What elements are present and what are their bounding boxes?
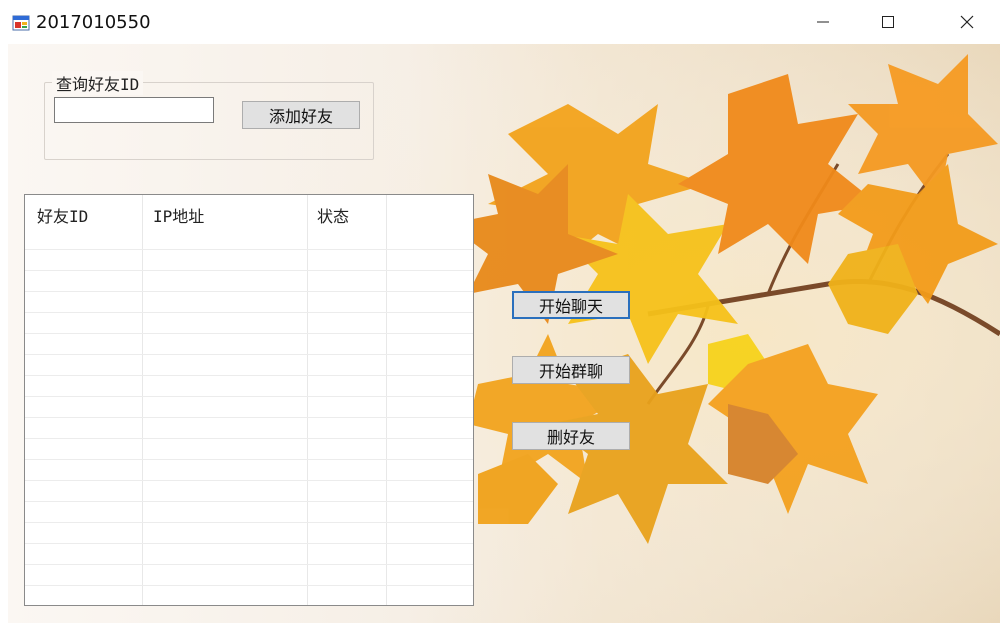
row-divider	[25, 459, 473, 460]
row-divider	[25, 417, 473, 418]
add-friend-button[interactable]: 添加好友	[242, 101, 360, 129]
friend-list-table[interactable]: 好友ID IP地址 状态	[24, 194, 474, 606]
minimize-button[interactable]	[800, 0, 846, 44]
row-divider	[25, 438, 473, 439]
row-divider	[25, 375, 473, 376]
close-button[interactable]	[944, 0, 990, 44]
row-divider	[25, 291, 473, 292]
row-divider	[25, 543, 473, 544]
minimize-icon	[817, 21, 829, 23]
row-divider	[25, 585, 473, 586]
table-header: 好友ID IP地址 状态	[25, 195, 473, 235]
client-area: 查询好友ID 添加好友 好友ID IP地址 状态 开始聊天 开始群聊 删好友	[8, 44, 1000, 623]
start-group-chat-button[interactable]: 开始群聊	[512, 356, 630, 384]
row-divider	[25, 564, 473, 565]
maximize-icon	[882, 16, 894, 28]
app-form-icon	[12, 14, 30, 32]
row-divider	[25, 333, 473, 334]
column-header-status[interactable]: 状态	[317, 203, 349, 227]
row-divider	[25, 522, 473, 523]
row-divider	[25, 480, 473, 481]
row-divider	[25, 249, 473, 250]
row-divider	[25, 354, 473, 355]
delete-friend-button[interactable]: 删好友	[512, 422, 630, 450]
title-bar[interactable]: 2017010550	[0, 0, 1000, 44]
start-chat-button[interactable]: 开始聊天	[512, 291, 630, 319]
close-icon	[960, 15, 974, 29]
column-header-friend-id[interactable]: 好友ID	[37, 203, 88, 227]
window-title: 2017010550	[36, 12, 151, 33]
row-divider	[25, 270, 473, 271]
column-header-ip[interactable]: IP地址	[153, 203, 204, 227]
row-divider	[25, 501, 473, 502]
app-window: 2017010550 查询好友ID 添加好友 好友ID IP地址 状态 开始聊天…	[0, 0, 1000, 623]
row-divider	[25, 396, 473, 397]
friend-id-input[interactable]	[54, 97, 214, 123]
row-divider	[25, 312, 473, 313]
query-friend-label: 查询好友ID	[52, 71, 144, 95]
maximize-button[interactable]	[865, 0, 911, 44]
